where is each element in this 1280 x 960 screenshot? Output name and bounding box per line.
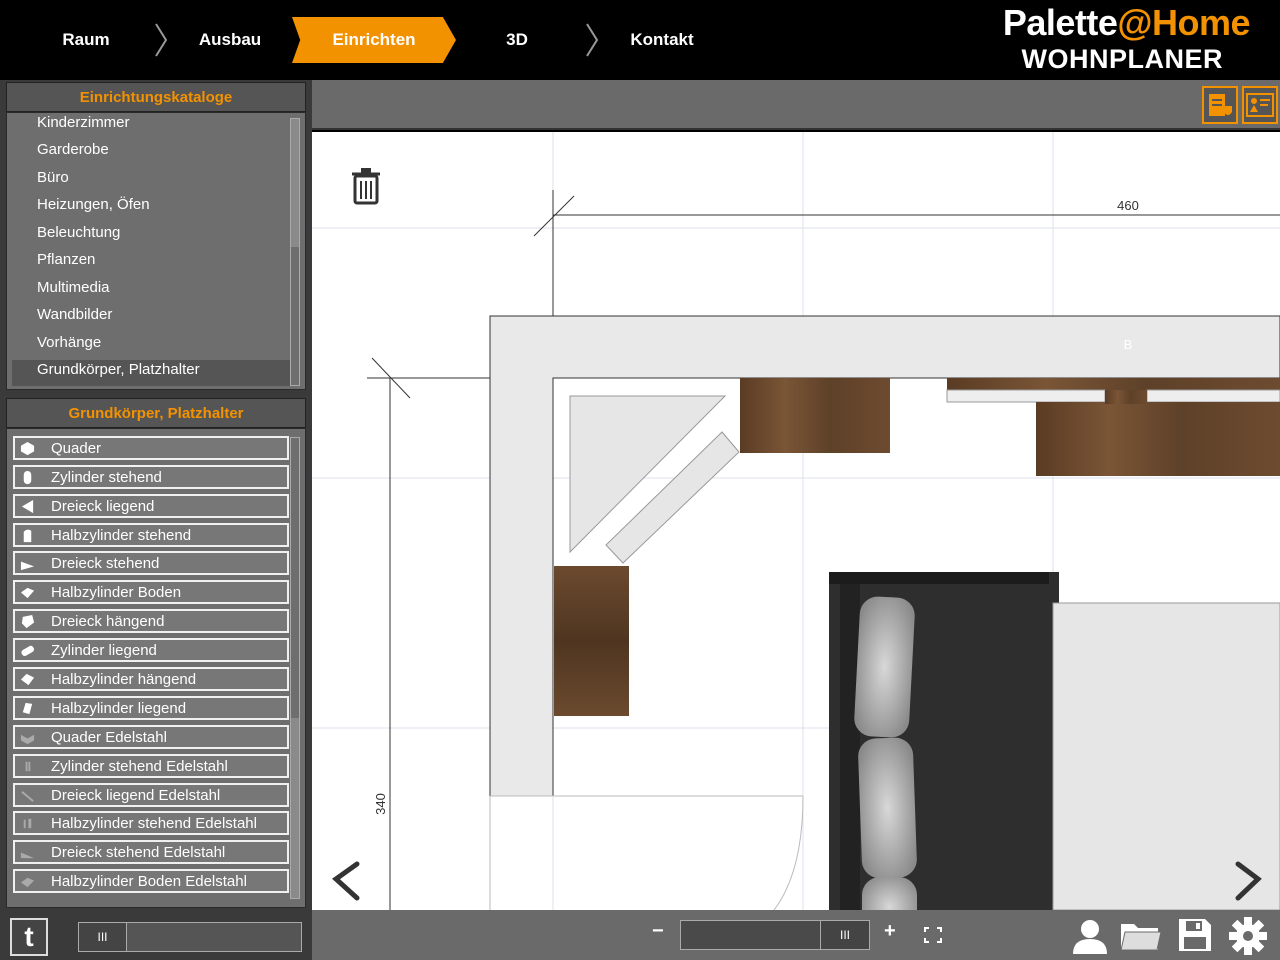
shelf-top[interactable] xyxy=(1146,389,1280,403)
primitive-item[interactable]: Halbzylinder Boden xyxy=(13,580,289,604)
settings-gear-icon[interactable] xyxy=(1228,916,1268,956)
wall-label: A xyxy=(518,793,526,807)
catalog-item[interactable]: Wandbilder xyxy=(37,306,112,323)
tumblr-icon[interactable]: t xyxy=(10,918,48,956)
top-navigation: Raum Ausbau Einrichten 3D Kontakt Palett… xyxy=(0,0,1280,80)
brand-logo: Palette@Home xyxy=(1002,2,1251,43)
primitive-item[interactable]: Dreieck hängend xyxy=(13,609,289,633)
chevron-right-icon xyxy=(586,23,599,57)
floor-plan-canvas[interactable]: 460 340 B A xyxy=(312,132,1280,910)
primitives-scrollbar[interactable] xyxy=(290,437,300,899)
steel-triangle-icon xyxy=(21,791,34,802)
catalog-list: Kinderzimmer Garderobe Büro Heizungen, Ö… xyxy=(6,112,306,390)
cylinder-lying-icon xyxy=(21,645,35,656)
wood-cabinet[interactable] xyxy=(554,566,629,716)
wood-shelf[interactable] xyxy=(947,378,1280,390)
primitive-item[interactable]: Halbzylinder Boden Edelstahl xyxy=(13,869,289,893)
catalog-item-selected[interactable]: Grundkörper, Platzhalter xyxy=(37,361,200,378)
wood-cabinet[interactable] xyxy=(740,378,890,453)
brand-subtitle: WOHNPLANER xyxy=(1021,44,1223,74)
folder-icon[interactable] xyxy=(1120,920,1162,952)
fullscreen-icon[interactable] xyxy=(924,927,942,943)
catalog-item[interactable]: Garderobe xyxy=(37,141,109,158)
nav-step-kontakt[interactable]: Kontakt xyxy=(612,17,712,63)
catalog-item[interactable]: Heizungen, Öfen xyxy=(37,196,150,213)
cylinder-icon xyxy=(23,470,32,485)
steel-half-cylinder-icon xyxy=(23,818,32,829)
scroll-thumb[interactable]: III xyxy=(79,923,127,951)
primitive-item[interactable]: Zylinder stehend xyxy=(13,465,289,489)
user-icon[interactable] xyxy=(1070,918,1110,954)
dimension-width-label: 460 xyxy=(1117,198,1139,213)
primitive-item[interactable]: Quader Edelstahl xyxy=(13,725,289,749)
catalog-item[interactable]: Vorhänge xyxy=(37,334,101,351)
catalog-panel-title: Einrichtungskataloge xyxy=(6,82,306,112)
sofa[interactable] xyxy=(829,572,1059,910)
steel-half-cylinder-floor-icon xyxy=(20,877,35,888)
bottom-toolbar: − III + xyxy=(312,910,1280,960)
primitive-item[interactable]: Dreieck stehend xyxy=(13,551,289,575)
steel-cylinder-icon xyxy=(25,761,31,772)
left-bottom-bar: t III xyxy=(0,910,312,960)
catalog-item[interactable]: Beleuchtung xyxy=(37,224,120,241)
chevron-right-icon xyxy=(155,23,168,57)
catalog-scrollbar[interactable] xyxy=(290,118,300,386)
half-cylinder-hanging-icon xyxy=(20,673,35,686)
zoom-slider-thumb[interactable]: III xyxy=(820,920,870,950)
primitive-item-quader[interactable]: Quader xyxy=(13,436,289,460)
primitive-item[interactable]: Halbzylinder stehend xyxy=(13,523,289,547)
properties-icon[interactable] xyxy=(1202,86,1238,124)
primitive-item[interactable]: Dreieck stehend Edelstahl xyxy=(13,840,289,864)
primitive-item[interactable]: Dreieck liegend xyxy=(13,494,289,518)
primitive-item[interactable]: Halbzylinder liegend xyxy=(13,696,289,720)
left-sidebar: Einrichtungskataloge Kinderzimmer Garder… xyxy=(0,80,312,960)
hexagon-icon xyxy=(20,441,35,456)
trash-icon[interactable] xyxy=(352,168,380,205)
table-element[interactable] xyxy=(1052,602,1280,910)
primitives-panel-title: Grundkörper, Platzhalter xyxy=(6,398,306,428)
save-icon[interactable] xyxy=(1178,918,1212,952)
zoom-out-button[interactable]: − xyxy=(652,920,664,943)
dimension-height-label: 340 xyxy=(373,793,388,815)
primitive-item[interactable]: Halbzylinder stehend Edelstahl xyxy=(13,811,289,835)
catalog-item[interactable]: Multimedia xyxy=(37,279,110,296)
nav-step-ausbau[interactable]: Ausbau xyxy=(180,17,280,63)
door[interactable] xyxy=(489,795,804,910)
triangle-hanging-icon xyxy=(21,614,35,629)
zoom-in-button[interactable]: + xyxy=(884,920,896,943)
shelf-top[interactable] xyxy=(946,389,1106,403)
steel-triangle-standing-icon xyxy=(20,852,35,859)
presentation-icon[interactable] xyxy=(1242,86,1278,124)
horizontal-scrollbar[interactable]: III xyxy=(78,922,302,952)
nav-step-3d[interactable]: 3D xyxy=(488,17,546,63)
catalog-item[interactable]: Büro xyxy=(37,169,69,186)
catalog-item[interactable]: Kinderzimmer xyxy=(37,114,130,131)
wall-label: B xyxy=(1124,337,1133,352)
primitive-item[interactable]: Halbzylinder hängend xyxy=(13,667,289,691)
canvas-toolbar xyxy=(312,80,1280,130)
primitive-item[interactable]: Zylinder liegend xyxy=(13,638,289,662)
triangle-standing-icon xyxy=(20,561,35,571)
primitives-list: Quader Zylinder stehend Dreieck liegend … xyxy=(6,428,306,908)
floor-plan-drawing: 460 340 B A xyxy=(312,132,1280,910)
half-cylinder-icon xyxy=(23,529,32,543)
nav-step-raum[interactable]: Raum xyxy=(40,17,132,63)
catalog-item[interactable]: Pflanzen xyxy=(37,251,95,268)
half-cylinder-floor-icon xyxy=(20,587,35,599)
primitive-item[interactable]: Zylinder stehend Edelstahl xyxy=(13,754,289,778)
half-cylinder-lying-icon xyxy=(22,702,33,715)
primitive-item[interactable]: Dreieck liegend Edelstahl xyxy=(13,783,289,807)
steel-cube-icon xyxy=(20,734,35,745)
triangle-left-icon xyxy=(21,499,34,514)
arrow-left-icon[interactable] xyxy=(332,861,360,901)
nav-step-einrichten[interactable]: Einrichten xyxy=(292,17,456,63)
wood-sideboard[interactable] xyxy=(1036,402,1280,476)
